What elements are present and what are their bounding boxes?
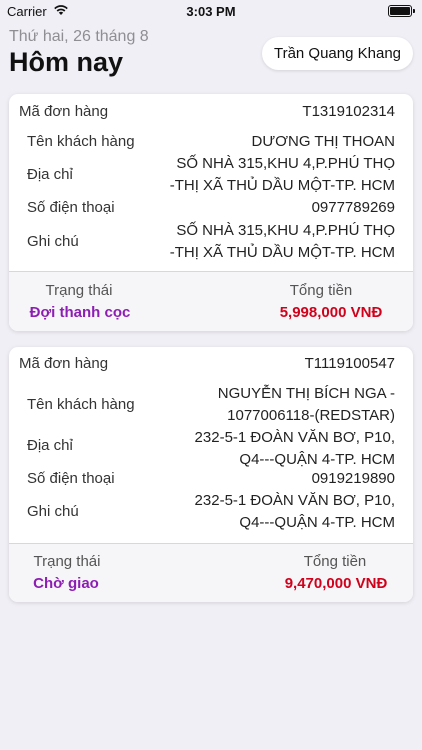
order-card[interactable]: Mã đơn hàng T1319102314 Tên khách hàng D…: [9, 94, 413, 331]
address-line-1: 232-5-1 ĐOÀN VĂN BƠ, P10,: [194, 429, 395, 446]
date-label: Thứ hai, 26 tháng 8: [9, 28, 149, 45]
order-footer: Trạng thái Đợi thanh cọc Tổng tiền 5,998…: [9, 272, 413, 331]
note-label: Ghi chú: [27, 233, 79, 250]
page-title: Hôm nay: [9, 47, 124, 77]
total-label: Tổng tiền: [289, 282, 353, 299]
user-button[interactable]: Trần Quang Khang: [261, 37, 413, 70]
total-label: Tổng tiền: [303, 553, 367, 570]
total-value: 5,998,000 VNĐ: [279, 304, 383, 321]
note-line-1: 232-5-1 ĐOÀN VĂN BƠ, P10,: [194, 492, 395, 509]
phone-label: Số điện thoại: [27, 199, 115, 216]
battery-icon: [388, 5, 415, 17]
note-line-2: Q4---QUẬN 4-TP. HCM: [239, 514, 395, 531]
customer-row: Tên khách hàng NGUYỄN THỊ BÍCH NGA - 107…: [9, 383, 413, 427]
customer-row: Tên khách hàng DƯƠNG THỊ THOAN: [9, 131, 413, 153]
status-value: Chờ giao: [33, 575, 99, 592]
clock: 3:03 PM: [186, 4, 236, 19]
phone-value: 0977789269: [311, 199, 395, 216]
order-card[interactable]: Mã đơn hàng T1119100547 Tên khách hàng N…: [9, 347, 413, 602]
note-line-2: -THỊ XÃ THỦ DẦU MỘT-TP. HCM: [169, 244, 395, 261]
order-id-row: Mã đơn hàng T1319102314: [9, 101, 413, 123]
note-row: Ghi chú SỐ NHÀ 315,KHU 4,P.PHÚ THỌ -THỊ …: [9, 220, 413, 264]
order-id-row: Mã đơn hàng T1119100547: [9, 353, 413, 375]
phone-label: Số điện thoại: [27, 470, 115, 487]
customer-value: DƯƠNG THỊ THOAN: [251, 133, 395, 150]
address-label: Địa chỉ: [27, 166, 73, 183]
order-id-label: Mã đơn hàng: [19, 355, 109, 372]
customer-label: Tên khách hàng: [27, 133, 135, 150]
address-row: Địa chỉ 232-5-1 ĐOÀN VĂN BƠ, P10, Q4---Q…: [9, 427, 413, 471]
phone-row: Số điện thoại 0977789269: [9, 197, 413, 219]
order-id-label: Mã đơn hàng: [19, 103, 109, 120]
customer-line-1: NGUYỄN THỊ BÍCH NGA -: [217, 385, 395, 402]
customer-line-2: 1077006118-(REDSTAR): [227, 407, 395, 424]
address-line-2: -THỊ XÃ THỦ DẦU MỘT-TP. HCM: [169, 177, 395, 194]
address-line-1: SỐ NHÀ 315,KHU 4,P.PHÚ THỌ: [176, 155, 395, 172]
status-label: Trạng thái: [33, 553, 101, 570]
address-label: Địa chỉ: [27, 437, 73, 454]
status-bar: Carrier 3:03 PM: [0, 0, 422, 22]
note-label: Ghi chú: [27, 503, 79, 520]
total-value: 9,470,000 VNĐ: [284, 575, 388, 592]
order-id-value: T1319102314: [302, 103, 395, 120]
address-row: Địa chỉ SỐ NHÀ 315,KHU 4,P.PHÚ THỌ -THỊ …: [9, 153, 413, 197]
phone-row: Số điện thoại 0919219890: [9, 468, 413, 490]
order-footer: Trạng thái Chờ giao Tổng tiền 9,470,000 …: [9, 544, 413, 602]
status-value: Đợi thanh cọc: [29, 304, 131, 321]
order-id-value: T1119100547: [304, 355, 395, 372]
customer-label: Tên khách hàng: [27, 396, 135, 413]
status-label: Trạng thái: [45, 282, 113, 299]
note-line-1: SỐ NHÀ 315,KHU 4,P.PHÚ THỌ: [176, 222, 395, 239]
phone-value: 0919219890: [311, 470, 395, 487]
note-row: Ghi chú 232-5-1 ĐOÀN VĂN BƠ, P10, Q4---Q…: [9, 490, 413, 534]
